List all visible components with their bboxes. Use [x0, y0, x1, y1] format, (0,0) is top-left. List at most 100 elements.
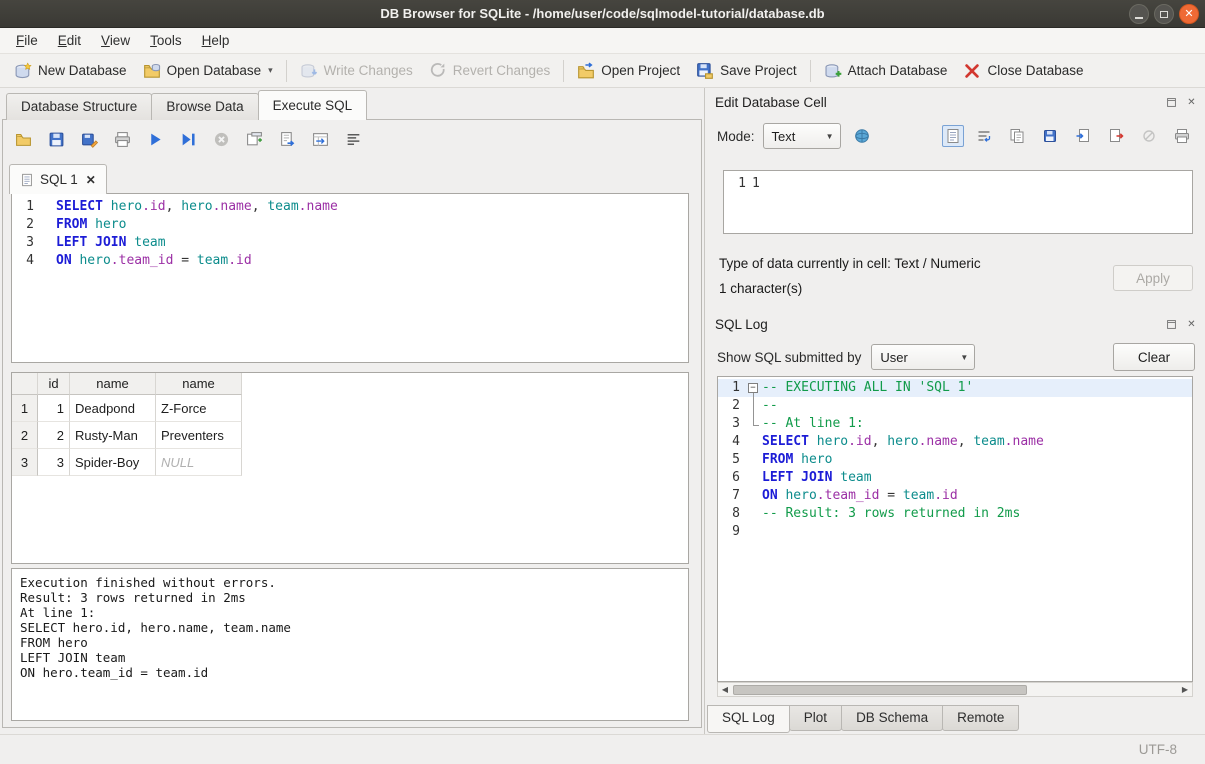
format-sql-button[interactable] [341, 127, 365, 151]
export-sql-button[interactable] [275, 127, 299, 151]
save-project-icon [696, 62, 714, 80]
line-number: 8 [718, 505, 746, 523]
line-number: 4 [718, 433, 746, 451]
tab-browse-data[interactable]: Browse Data [151, 93, 258, 120]
open-database-button[interactable]: Open Database ▾ [135, 58, 281, 84]
attach-database-button[interactable]: Attach Database [816, 58, 956, 84]
save-project-button[interactable]: Save Project [688, 58, 805, 84]
close-dock-button[interactable]: ✕ [1184, 95, 1199, 110]
open-tab-icon [246, 131, 263, 148]
execute-all-button[interactable] [143, 127, 167, 151]
column-header[interactable]: name [70, 373, 156, 395]
results-table[interactable]: idnamename11DeadpondZ-Force22Rusty-ManPr… [11, 372, 689, 564]
float-dock-button[interactable] [1164, 95, 1179, 110]
sql-document-tab[interactable]: SQL 1 ✕ [9, 164, 107, 194]
sql-log-header: SQL Log ✕ [715, 314, 1199, 334]
table-cell[interactable]: Preventers [156, 422, 242, 449]
close-database-button[interactable]: Close Database [955, 58, 1091, 84]
browse-results-button[interactable] [308, 127, 332, 151]
print-cell-button[interactable] [1169, 123, 1195, 149]
scroll-left-icon[interactable]: ◀ [718, 683, 732, 696]
new-database-button[interactable]: New Database [6, 58, 135, 84]
line-number: 7 [718, 487, 746, 505]
close-icon: ✕ [1184, 9, 1193, 20]
minimize-button[interactable] [1129, 4, 1149, 24]
minimize-icon [1135, 17, 1143, 19]
execute-current-line-button[interactable] [176, 127, 200, 151]
row-number[interactable]: 3 [12, 449, 38, 476]
table-row: 22Rusty-ManPreventers [12, 422, 688, 449]
toolbar-button-label: New Database [38, 63, 127, 78]
fold-toggle-icon[interactable]: − [746, 379, 762, 397]
code-line: 11 [724, 175, 1192, 193]
set-null-button[interactable] [1136, 123, 1162, 149]
scroll-right-icon[interactable]: ▶ [1178, 683, 1192, 696]
table-corner[interactable] [12, 373, 38, 395]
column-header[interactable]: id [38, 373, 70, 395]
table-cell[interactable]: 3 [38, 449, 70, 476]
tab-plot[interactable]: Plot [789, 705, 842, 731]
open-tab-button[interactable] [242, 127, 266, 151]
save-cell-button[interactable] [1037, 123, 1063, 149]
import-cell-button[interactable] [1070, 123, 1096, 149]
sql-log-view[interactable]: 1−-- EXECUTING ALL IN 'SQL 1'2--3-- At l… [717, 376, 1193, 682]
save-sql-as-button[interactable] [77, 127, 101, 151]
word-wrap-button[interactable] [971, 123, 997, 149]
menu-edit[interactable]: Edit [48, 30, 91, 51]
open-sql-file-button[interactable] [11, 127, 35, 151]
export-cell-button[interactable] [1103, 123, 1129, 149]
code-text: FROM hero [56, 216, 688, 234]
toolbar-button-label: Open Database [167, 63, 262, 78]
cell-type-info: Type of data currently in cell: Text / N… [719, 256, 981, 271]
menu-file[interactable]: File [6, 30, 48, 51]
sql-editor[interactable]: 1SELECT hero.id, hero.name, team.name2FR… [11, 193, 689, 363]
window-controls: ✕ [1129, 4, 1199, 24]
line-number: 3 [12, 234, 40, 252]
float-dock-button[interactable] [1164, 317, 1179, 332]
menu-tools[interactable]: Tools [140, 30, 192, 51]
open-project-button[interactable]: Open Project [569, 58, 688, 84]
message-line: LEFT JOIN team [20, 650, 680, 665]
execution-message[interactable]: Execution finished without errors.Result… [11, 568, 689, 721]
encoding-indicator[interactable]: UTF-8 [1139, 742, 1177, 757]
revert-changes-button[interactable]: Revert Changes [421, 58, 559, 84]
print-sql-button[interactable] [110, 127, 134, 151]
row-number[interactable]: 2 [12, 422, 38, 449]
maximize-button[interactable] [1154, 4, 1174, 24]
table-cell[interactable]: NULL [156, 449, 242, 476]
tab-sql-log[interactable]: SQL Log [707, 705, 790, 733]
code-text: ON hero.team_id = team.id [762, 487, 1192, 505]
copy-cell-button[interactable] [1004, 123, 1030, 149]
tab-execute-sql[interactable]: Execute SQL [258, 90, 368, 120]
close-button[interactable]: ✕ [1179, 4, 1199, 24]
cell-editor[interactable]: 11 [723, 170, 1193, 234]
table-cell[interactable]: 1 [38, 395, 70, 422]
open-external-button[interactable] [849, 123, 875, 149]
column-header[interactable]: name [156, 373, 242, 395]
table-cell[interactable]: 2 [38, 422, 70, 449]
stop-button[interactable] [209, 127, 233, 151]
tab-database-structure[interactable]: Database Structure [6, 93, 152, 120]
write-changes-button[interactable]: Write Changes [292, 58, 421, 84]
table-cell[interactable]: Z-Force [156, 395, 242, 422]
apply-button[interactable]: Apply [1113, 265, 1193, 291]
scrollbar-thumb[interactable] [733, 685, 1027, 695]
text-mode-selected[interactable] [942, 125, 964, 147]
close-dock-button[interactable]: ✕ [1184, 317, 1199, 332]
row-number[interactable]: 1 [12, 395, 38, 422]
fold-margin [40, 198, 56, 216]
log-filter-select[interactable]: User ▼ [871, 344, 975, 370]
tab-db-schema[interactable]: DB Schema [841, 705, 943, 731]
dropdown-arrow-icon[interactable]: ▾ [268, 65, 273, 76]
clear-log-button[interactable]: Clear [1113, 343, 1195, 371]
menu-view[interactable]: View [91, 30, 140, 51]
menu-help[interactable]: Help [192, 30, 240, 51]
fold-margin [746, 415, 762, 433]
mode-select[interactable]: Text ▼ [763, 123, 841, 149]
close-tab-icon[interactable]: ✕ [86, 173, 96, 187]
tab-remote[interactable]: Remote [942, 705, 1019, 731]
table-cell[interactable]: Spider-Boy [70, 449, 156, 476]
table-cell[interactable]: Deadpond [70, 395, 156, 422]
table-cell[interactable]: Rusty-Man [70, 422, 156, 449]
save-sql-file-button[interactable] [44, 127, 68, 151]
